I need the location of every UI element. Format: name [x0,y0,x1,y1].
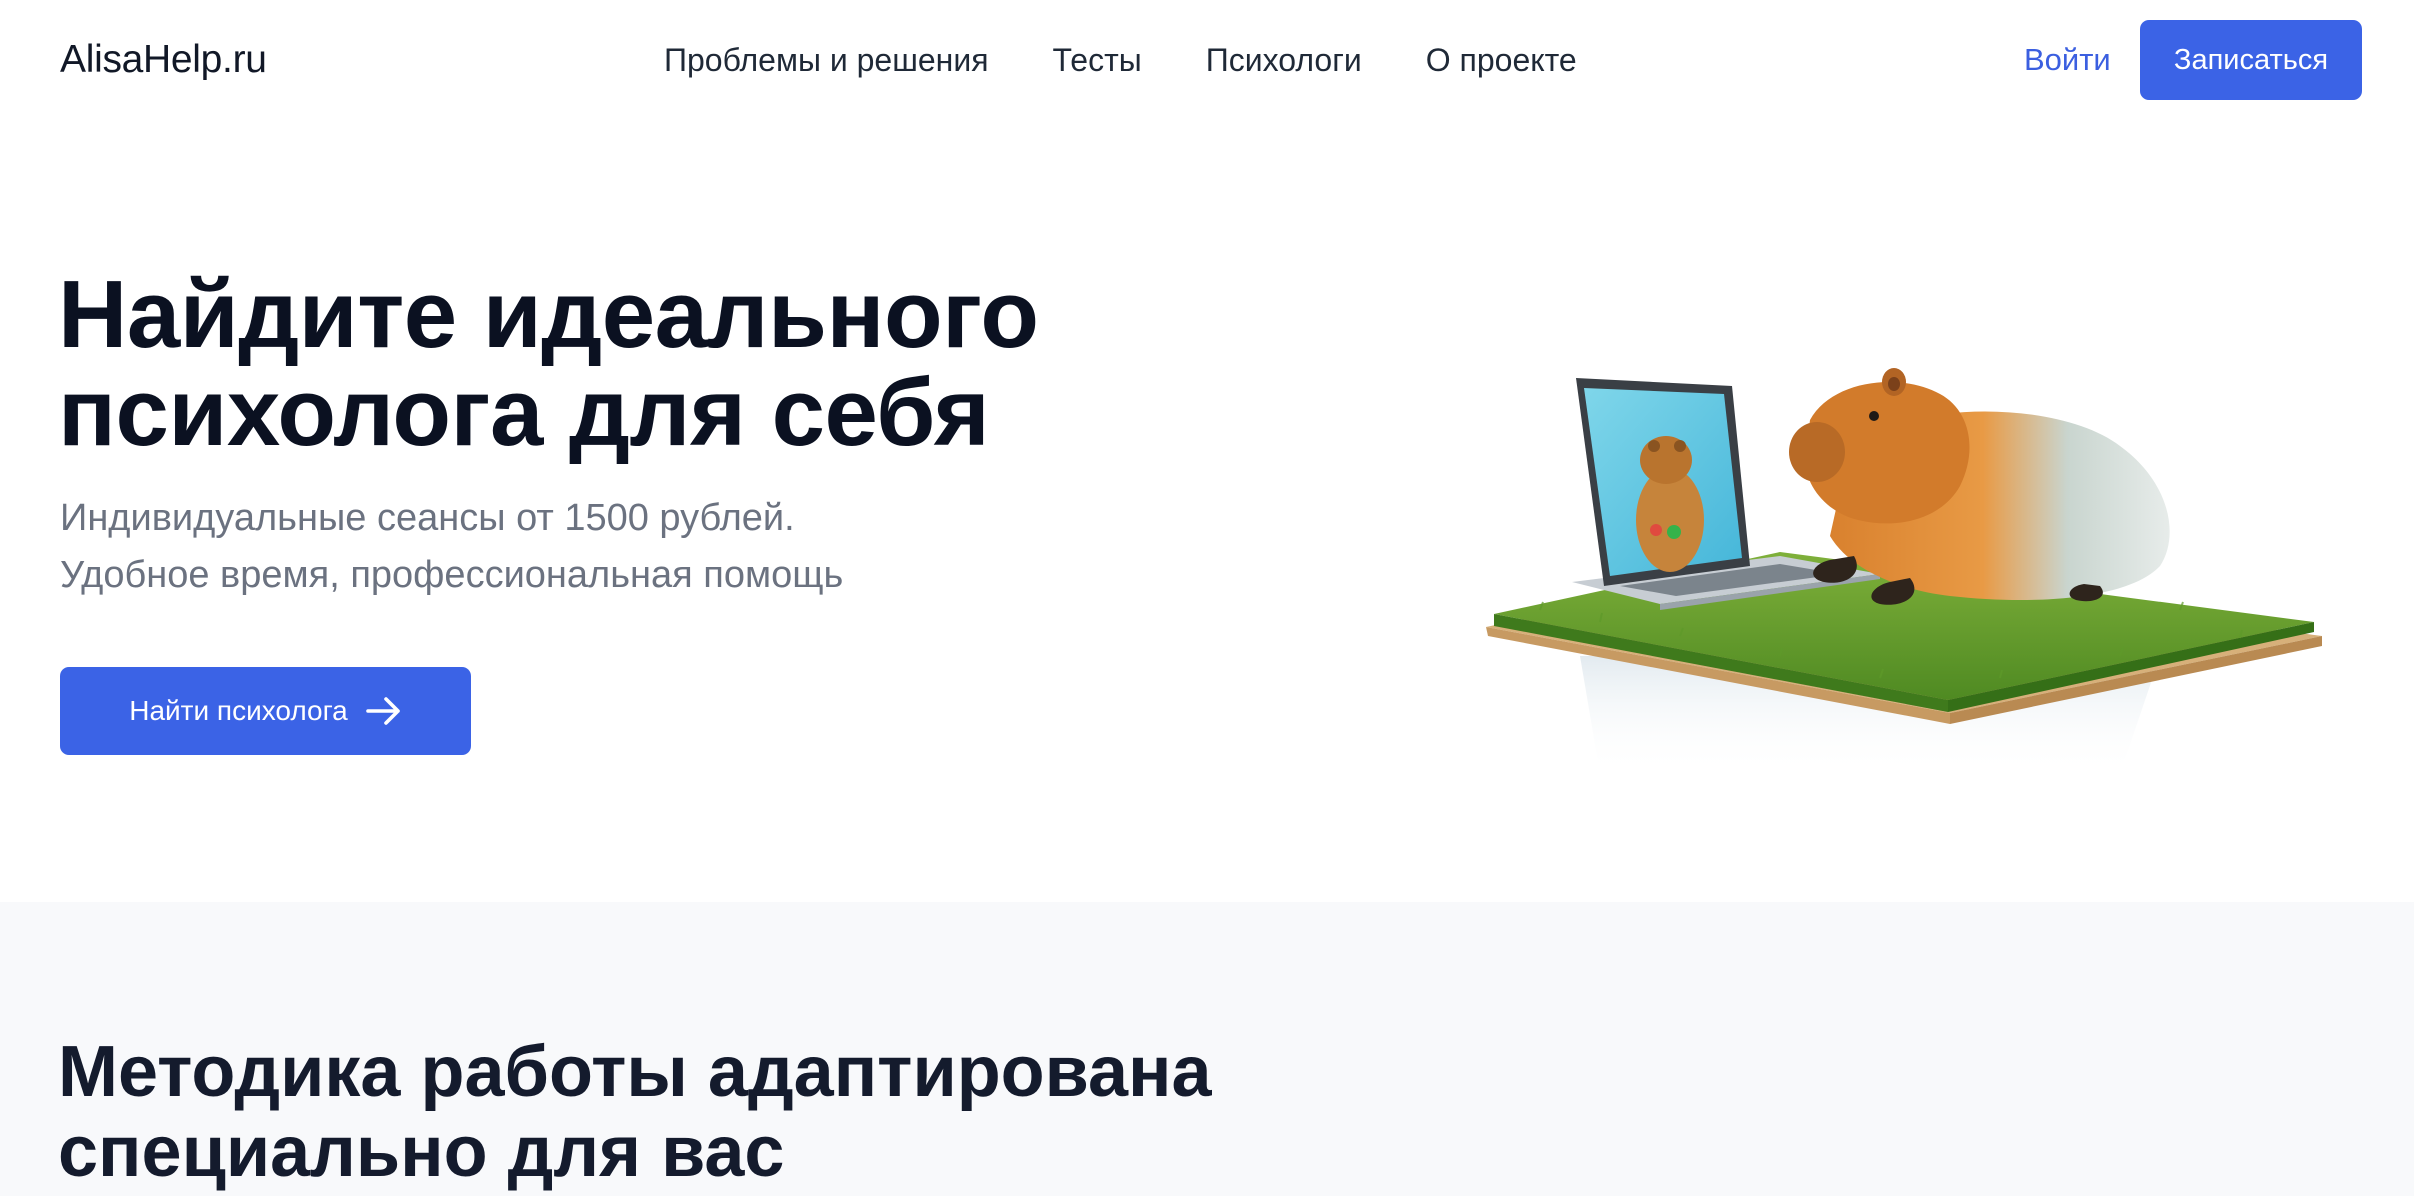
nav-item-tests[interactable]: Тесты [1053,36,1142,84]
methodology-title-line-1: Методика работы адаптирована [58,1032,1212,1112]
main-nav: Проблемы и решения Тесты Психологи О про… [664,36,1577,84]
signup-button[interactable]: Записаться [2140,20,2362,100]
hero-title: Найдите идеального психолога для себя [58,261,1039,466]
site-header: AlisaHelp.ru Проблемы и решения Тесты Пс… [0,0,2414,122]
find-psychologist-button[interactable]: Найти психолога [60,667,471,755]
hero-subtitle: Индивидуальные сеансы от 1500 рублей. Уд… [60,490,1160,604]
methodology-section: Методика работы адаптирована специально … [0,902,2414,1196]
methodology-title-line-2: специально для вас [58,1112,785,1192]
site-logo[interactable]: AlisaHelp.ru [60,36,267,84]
login-link[interactable]: Войти [2024,36,2111,84]
nav-item-psychologists[interactable]: Психологи [1206,36,1362,84]
hero-illustration [1480,360,2332,780]
hero-subtitle-line-2: Удобное время, профессиональная помощь [60,554,844,596]
nav-item-problems[interactable]: Проблемы и решения [664,36,989,84]
find-psychologist-label: Найти психолога [129,695,348,726]
hero-subtitle-line-1: Индивидуальные сеансы от 1500 рублей. [60,497,795,539]
arrow-right-icon [365,696,402,726]
methodology-title: Методика работы адаптирована специально … [58,1032,1558,1192]
nav-item-about[interactable]: О проекте [1426,36,1577,84]
